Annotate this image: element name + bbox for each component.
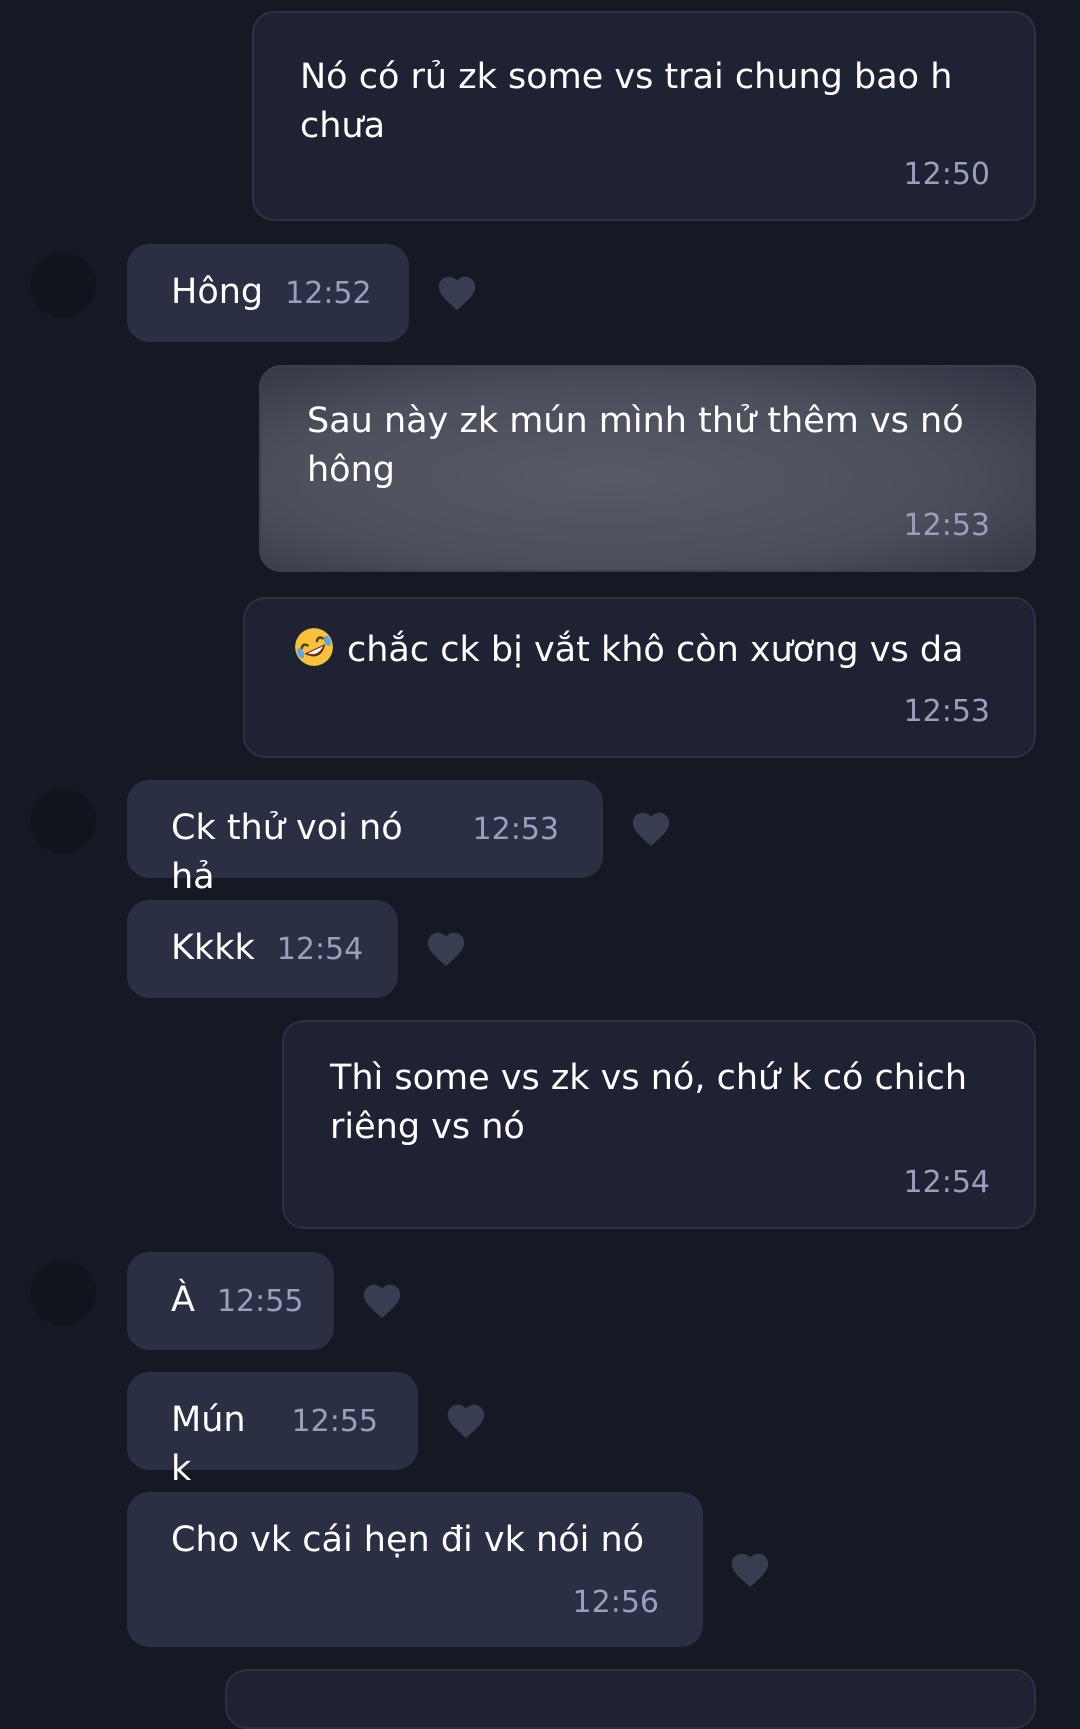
- message-timestamp: 12:55: [291, 1404, 378, 1439]
- message-bubble-incoming[interactable]: À 12:55: [127, 1252, 334, 1350]
- message-timestamp: 12:54: [276, 932, 364, 967]
- heart-icon[interactable]: [360, 1280, 404, 1320]
- heart-icon[interactable]: [728, 1549, 772, 1589]
- message-timestamp: 12:55: [216, 1284, 304, 1319]
- heart-icon[interactable]: [435, 272, 479, 312]
- message-text: chắc ck bị vắt khô còn xương vs da: [347, 630, 964, 670]
- message-bubble-incoming[interactable]: Kkkk 12:54: [127, 900, 398, 998]
- rolling-on-the-floor-laughing-icon: [295, 628, 333, 666]
- message-text: Cho vk cái hẹn đi vk nói nó: [171, 1520, 645, 1560]
- message-text: Thì some vs zk vs nó, chứ k có chich riê…: [330, 1058, 968, 1147]
- avatar[interactable]: [30, 252, 96, 318]
- message-timestamp: 12:56: [572, 1585, 659, 1620]
- message-text: Ck thử voi nó hả: [171, 808, 403, 897]
- message-text: Mún k: [171, 1400, 246, 1489]
- message-bubble-incoming[interactable]: Mún k 12:55: [127, 1372, 418, 1489]
- chat-message-list[interactable]: Nó có rủ zk some vs trai chung bao h chư…: [0, 0, 1080, 1729]
- message-bubble-incoming[interactable]: Ck thử voi nó hả 12:53: [127, 780, 603, 897]
- message-timestamp: 12:53: [903, 508, 990, 543]
- message-timestamp: 12:50: [903, 157, 990, 192]
- message-timestamp: 12:52: [285, 276, 372, 311]
- heart-icon[interactable]: [629, 808, 673, 848]
- message-timestamp: 12:54: [903, 1165, 990, 1200]
- message-text: Sau này zk mún mình thử thêm vs nó hông: [307, 401, 964, 490]
- message-content: chắc ck bị vắt khô còn xương vs da: [293, 626, 990, 675]
- message-text: Hông: [171, 272, 264, 312]
- avatar[interactable]: [30, 788, 96, 854]
- message-bubble-outgoing-highlighted[interactable]: Sau này zk mún mình thử thêm vs nó hông …: [259, 365, 1036, 572]
- message-text: Nó có rủ zk some vs trai chung bao h chư…: [300, 57, 953, 146]
- message-bubble-outgoing[interactable]: chắc ck bị vắt khô còn xương vs da 12:53: [243, 597, 1036, 758]
- message-timestamp: 12:53: [472, 812, 559, 847]
- message-bubble-outgoing[interactable]: Thì some vs zk vs nó, chứ k có chich riê…: [282, 1020, 1036, 1229]
- message-bubble-incoming[interactable]: Cho vk cái hẹn đi vk nói nó 12:56: [127, 1492, 703, 1647]
- message-bubble-outgoing-partial[interactable]: [225, 1669, 1036, 1729]
- heart-icon[interactable]: [444, 1400, 488, 1440]
- message-timestamp: 12:53: [903, 694, 990, 729]
- message-bubble-outgoing[interactable]: Nó có rủ zk some vs trai chung bao h chư…: [252, 11, 1036, 221]
- message-bubble-incoming[interactable]: Hông 12:52: [127, 244, 409, 342]
- avatar[interactable]: [30, 1260, 96, 1326]
- heart-icon[interactable]: [424, 928, 468, 968]
- message-text: À: [171, 1280, 195, 1320]
- message-text: Kkkk: [171, 928, 255, 968]
